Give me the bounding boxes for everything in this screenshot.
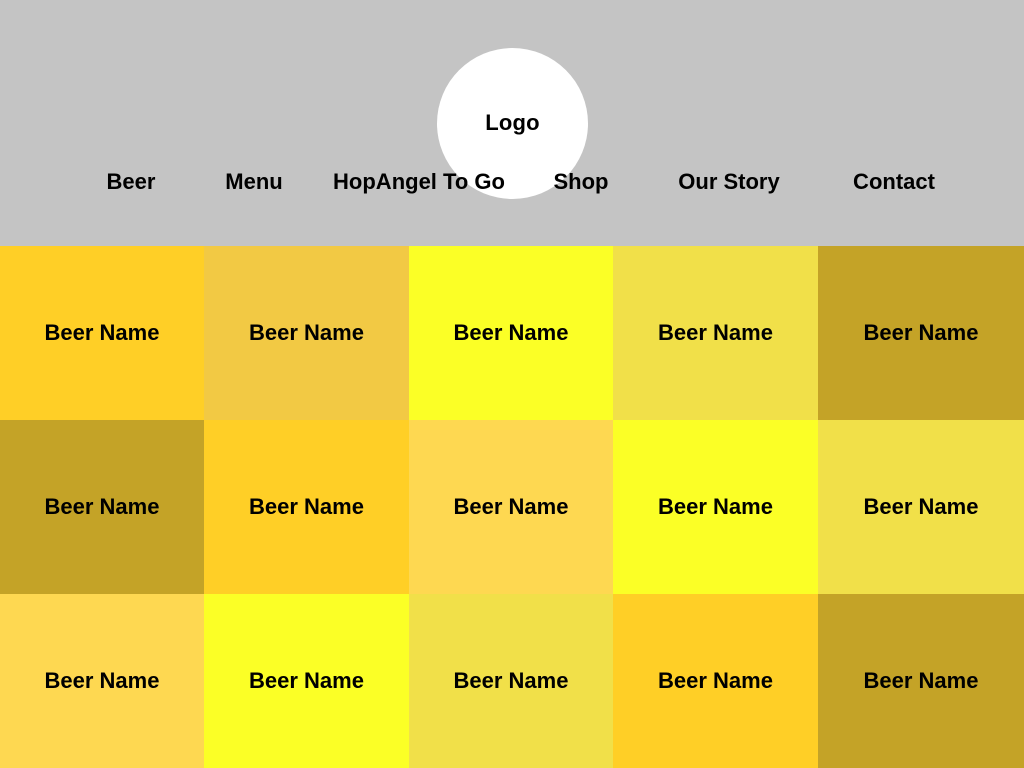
beer-name: Beer Name bbox=[249, 668, 364, 693]
beer-name: Beer Name bbox=[658, 494, 773, 519]
logo-text: Logo bbox=[485, 109, 540, 135]
nav-item-our-story[interactable]: Our Story bbox=[678, 168, 779, 196]
beer-tile[interactable]: Beer Name bbox=[0, 420, 204, 594]
beer-tile[interactable]: Beer Name bbox=[409, 420, 613, 594]
beer-name: Beer Name bbox=[863, 668, 979, 693]
beer-name: Beer Name bbox=[658, 320, 773, 345]
nav-item-hopangel-to-go[interactable]: HopAngel To Go bbox=[333, 168, 505, 196]
nav-item-contact[interactable]: Contact bbox=[853, 168, 935, 196]
nav-item-beer[interactable]: Beer bbox=[107, 168, 156, 196]
beer-tile[interactable]: Beer Name bbox=[204, 420, 409, 594]
beer-name: Beer Name bbox=[658, 668, 773, 693]
beer-tile[interactable]: Beer Name bbox=[0, 594, 204, 768]
beer-tile[interactable]: Beer Name bbox=[613, 246, 818, 420]
beer-name: Beer Name bbox=[863, 320, 979, 345]
beer-tile[interactable]: Beer Name bbox=[0, 246, 204, 420]
beer-tile[interactable]: Beer Name bbox=[204, 246, 409, 420]
beer-name: Beer Name bbox=[249, 320, 364, 345]
beer-tile[interactable]: Beer Name bbox=[613, 420, 818, 594]
beer-name: Beer Name bbox=[863, 494, 979, 519]
beer-name: Beer Name bbox=[453, 668, 569, 693]
beer-tile[interactable]: Beer Name bbox=[409, 594, 613, 768]
beer-name: Beer Name bbox=[249, 494, 364, 519]
beer-tile[interactable]: Beer Name bbox=[818, 246, 1024, 420]
nav-item-shop[interactable]: Shop bbox=[554, 168, 609, 196]
beer-tile[interactable]: Beer Name bbox=[409, 246, 613, 420]
beer-tile[interactable]: Beer Name bbox=[818, 594, 1024, 768]
beer-grid: Beer Name Beer Name Beer Name Beer Name … bbox=[0, 246, 1024, 768]
beer-tile[interactable]: Beer Name bbox=[613, 594, 818, 768]
beer-name: Beer Name bbox=[44, 668, 160, 693]
beer-name: Beer Name bbox=[44, 320, 160, 345]
beer-tile[interactable]: Beer Name bbox=[818, 420, 1024, 594]
beer-name: Beer Name bbox=[453, 494, 569, 519]
beer-name: Beer Name bbox=[44, 494, 160, 519]
beer-name: Beer Name bbox=[453, 320, 569, 345]
site-header: Logo Beer Menu HopAngel To Go Shop Our S… bbox=[0, 0, 1024, 246]
beer-tile[interactable]: Beer Name bbox=[204, 594, 409, 768]
nav-item-menu[interactable]: Menu bbox=[225, 168, 282, 196]
